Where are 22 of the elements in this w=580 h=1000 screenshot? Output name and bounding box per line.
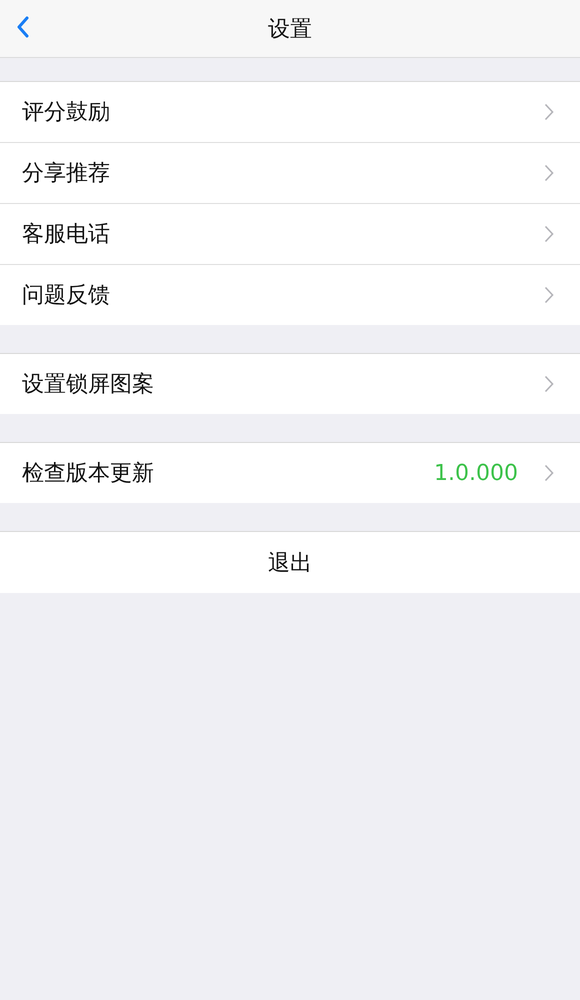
chevron-icon (544, 225, 554, 243)
version-value: 1.0.000 (434, 460, 518, 486)
chevron-icon (544, 286, 554, 304)
settings-row[interactable]: 设置锁屏图案 (0, 354, 580, 414)
chevron-icon (544, 164, 554, 182)
row-label: 客服电话 (22, 221, 111, 249)
logout-button[interactable]: 退出 (0, 531, 580, 593)
page-title: 设置 (268, 16, 312, 44)
row-label: 分享推荐 (22, 160, 111, 188)
chevron-icon (544, 103, 554, 121)
row-label: 评分鼓励 (22, 99, 111, 127)
row-label: 问题反馈 (22, 282, 111, 310)
back-icon[interactable] (16, 16, 30, 38)
row-label: 检查版本更新 (22, 460, 155, 488)
settings-row[interactable]: 问题反馈 (0, 265, 580, 325)
settings-row[interactable]: 分享推荐 (0, 143, 580, 204)
chevron-icon (544, 464, 554, 482)
settings-row[interactable]: 客服电话 (0, 204, 580, 265)
chevron-icon (544, 375, 554, 393)
settings-row[interactable]: 检查版本更新 1.0.000 (0, 443, 580, 503)
settings-row[interactable]: 评分鼓励 (0, 82, 580, 143)
row-label: 设置锁屏图案 (22, 371, 155, 399)
